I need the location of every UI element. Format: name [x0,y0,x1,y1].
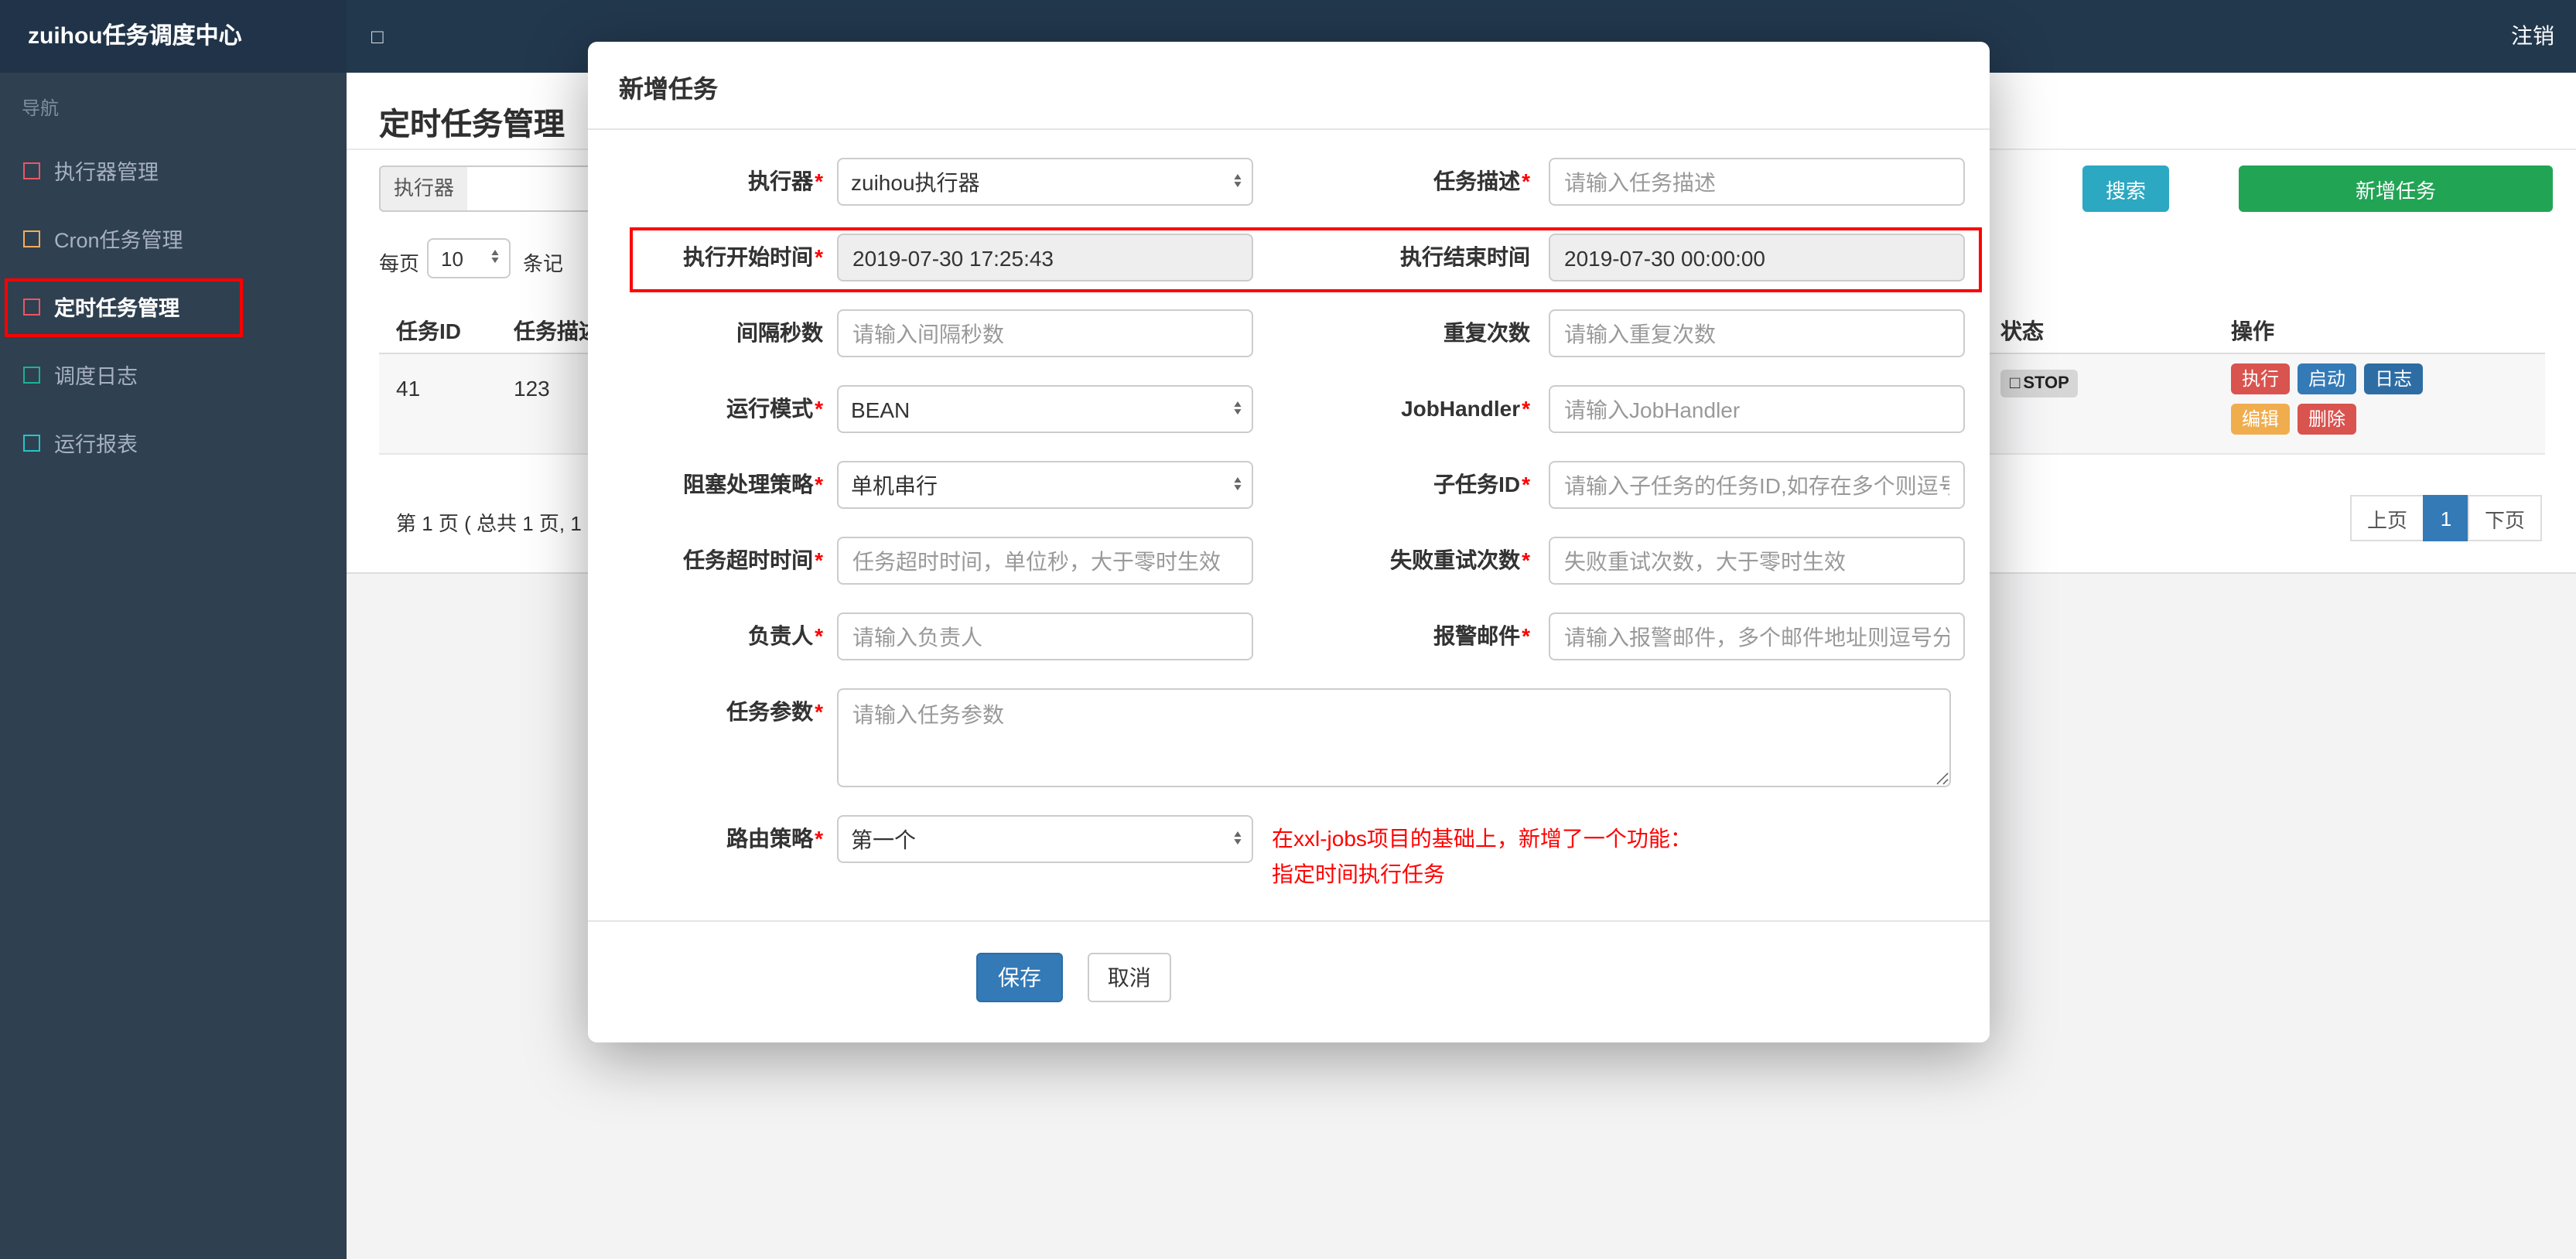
fail-retry-label: 失败重试次数 * [1390,548,1530,572]
job-desc-input[interactable] [1549,158,1965,206]
sidebar-nav-label: 导航 [22,97,60,119]
menu-square-icon [23,366,40,383]
child-job-id-label: 子任务ID * [1433,472,1530,496]
col-header-status: 状态 [2000,319,2044,343]
fail-retry-input[interactable] [1549,537,1965,585]
route-strategy-label: 路由策略 * [726,826,823,851]
job-param-textarea[interactable] [837,688,1951,787]
menu-square-icon [23,434,40,451]
sidebar: 导航 执行器管理 Cron任务管理 定时任务管理 调度日志 运行报表 [0,73,347,1259]
block-strategy-select-value: 单机串行 [851,473,938,497]
sidebar-item-executor-manage[interactable]: 执行器管理 [0,136,347,204]
menu-square-icon [23,298,40,315]
select-arrows-icon: ▲ ▼ [1232,830,1244,847]
status-text: STOP [2023,374,2069,393]
feature-note-line2: 指定时间执行任务 [1272,862,1445,886]
end-time-label: 执行结束时间 [1400,244,1530,269]
stop-icon: □ [2010,374,2021,393]
sidebar-item-label: 运行报表 [54,433,138,456]
cancel-button[interactable]: 取消 [1087,953,1171,1002]
executor-label: 执行器 * [748,169,823,193]
executor-select[interactable]: zuihou执行器 ▲ ▼ [837,158,1253,206]
author-label: 负责人 * [748,623,823,648]
sidebar-item-label: 执行器管理 [54,161,159,184]
save-button[interactable]: 保存 [976,953,1063,1002]
sidebar-toggle-icon[interactable]: □ [371,0,384,73]
menu-square-icon [23,230,40,247]
cell-task-id: 41 [396,376,421,401]
pagination-next[interactable]: 下页 [2468,495,2543,541]
col-header-ops: 操作 [2231,319,2274,343]
col-header-task-id: 任务ID [396,319,461,343]
pagination-info: 第 1 页 ( 总共 1 页, 1 [396,512,582,535]
menu-square-icon [23,162,40,179]
per-page-suffix: 条记 [523,252,564,275]
add-task-modal: 新增任务 执行器* zuihou执行器 ▲▼ 任务描述* 执行开始时间* 执行结… [588,42,1990,1042]
sidebar-item-label: 定时任务管理 [54,297,179,320]
per-page-value: 10 [441,247,463,270]
app-brand: zuihou任务调度中心 [0,0,347,73]
route-strategy-select[interactable]: 第一个 ▲ ▼ [837,815,1253,863]
search-button[interactable]: 搜索 [2082,165,2169,212]
per-page-prefix: 每页 [379,252,420,275]
run-mode-select[interactable]: BEAN ▲ ▼ [837,385,1253,433]
add-task-button[interactable]: 新增任务 [2239,165,2553,212]
job-handler-input[interactable] [1549,385,1965,433]
sidebar-item-label: 调度日志 [54,365,138,388]
run-mode-select-value: BEAN [851,397,910,421]
pagination: 上页 1 下页 [2350,495,2543,541]
executor-filter-addon: 执行器 [379,165,469,212]
status-badge: □ STOP [2000,370,2079,397]
sidebar-item-run-report[interactable]: 运行报表 [0,408,347,476]
child-job-id-input[interactable] [1549,461,1965,509]
block-strategy-label: 阻塞处理策略 * [683,472,823,496]
interval-label: 间隔秒数 [736,320,823,345]
sidebar-item-timed-task[interactable]: 定时任务管理 [0,272,347,340]
block-strategy-select[interactable]: 单机串行 ▲ ▼ [837,461,1253,509]
select-arrows-icon: ▲ ▼ [1232,172,1244,189]
delete-button[interactable]: 删除 [2298,404,2357,435]
app-root: zuihou任务调度中心 □ 注销 导航 执行器管理 Cron任务管理 定时任务… [0,0,2576,1259]
run-mode-label: 运行模式 * [726,396,823,421]
sidebar-item-cron-task[interactable]: Cron任务管理 [0,204,347,272]
per-page-select[interactable]: 10 ▲ ▼ [427,238,511,278]
feature-note-line1: 在xxl-jobs项目的基础上，新增了一个功能： [1272,826,1692,851]
feature-note: 在xxl-jobs项目的基础上，新增了一个功能： 指定时间执行任务 [1253,815,1990,892]
timeout-input[interactable] [837,537,1253,585]
alarm-email-input[interactable] [1549,612,1965,660]
repeat-count-label: 重复次数 [1443,320,1530,345]
cell-task-desc: 123 [514,376,550,401]
job-desc-label: 任务描述 * [1433,169,1530,193]
edit-button[interactable]: 编辑 [2231,404,2291,435]
select-arrows-icon: ▲ ▼ [1232,400,1244,417]
author-input[interactable] [837,612,1253,660]
start-time-label: 执行开始时间 * [683,244,823,269]
start-time-input[interactable] [837,234,1253,281]
modal-footer: 保存 取消 [588,920,1990,1042]
repeat-count-input[interactable] [1549,309,1965,357]
sidebar-item-label: Cron任务管理 [54,229,183,252]
executor-select-value: zuihou执行器 [851,169,980,194]
log-button[interactable]: 日志 [2364,363,2424,394]
modal-form: 执行器* zuihou执行器 ▲▼ 任务描述* 执行开始时间* 执行结束时间 间… [588,130,1990,1042]
job-handler-label: JobHandler * [1401,396,1530,421]
end-time-input[interactable] [1549,234,1965,281]
pagination-prev[interactable]: 上页 [2350,495,2425,541]
logout-link[interactable]: 注销 [2511,0,2554,73]
timeout-label: 任务超时时间 * [683,548,823,572]
page-title: 定时任务管理 [379,108,565,142]
pagination-page-1[interactable]: 1 [2423,495,2470,541]
alarm-email-label: 报警邮件 * [1433,623,1530,648]
route-strategy-select-value: 第一个 [851,827,916,851]
job-param-label: 任务参数 * [726,699,823,724]
modal-title: 新增任务 [588,42,1990,130]
select-arrows-icon: ▲ ▼ [489,249,501,266]
row-actions: 执行 启动 日志 编辑 删除 [2231,363,2494,444]
select-arrows-icon: ▲ ▼ [1232,476,1244,493]
start-button[interactable]: 启动 [2298,363,2357,394]
interval-input[interactable] [837,309,1253,357]
sidebar-item-schedule-log[interactable]: 调度日志 [0,340,347,408]
run-button[interactable]: 执行 [2231,363,2291,394]
